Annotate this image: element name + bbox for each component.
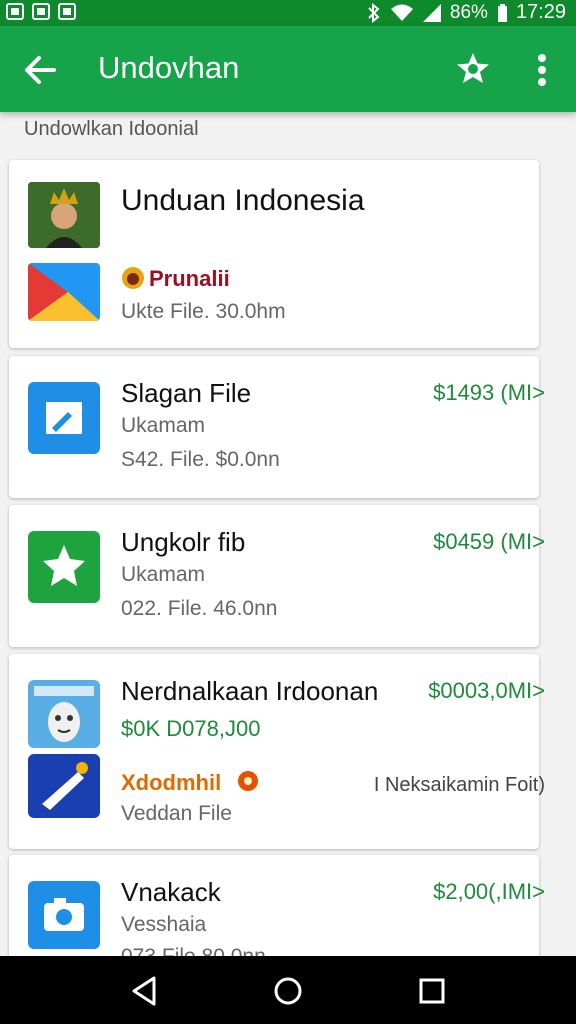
item-meta: S42. File. $0.0nn (121, 448, 280, 471)
item-title: Slagan File (121, 378, 252, 408)
app-bar: Undovhan (0, 26, 576, 112)
featured-subtitle: Ukte File. 30.0hm (121, 300, 286, 323)
item-icon-nerdnalkaan (28, 680, 100, 748)
rocket-icon (28, 754, 100, 818)
system-nav-bar (0, 956, 576, 1024)
section-header: Undowlkan Idoonial (24, 118, 199, 140)
promo-badge-icon (238, 771, 258, 791)
battery-percent: 86% (449, 1, 488, 23)
nav-home-icon[interactable] (271, 974, 305, 1008)
item-icon-slagan (28, 382, 100, 454)
overflow-menu-icon[interactable] (528, 50, 556, 90)
premium-badge-icon (122, 267, 144, 289)
clock: 17:29 (515, 1, 566, 23)
item-price: $0459 (MI> (433, 529, 545, 554)
camera-icon (28, 881, 100, 949)
item-meta: 022. File. 46.0nn (121, 597, 278, 620)
list-item[interactable]: Ungkolr fib Ukamam 022. File. 46.0nn $04… (9, 505, 545, 647)
item-title: Ungkolr fib (121, 527, 246, 557)
status-bar: 86% 17:29 (0, 0, 576, 26)
notification-mail-icon (32, 3, 50, 20)
list-item[interactable]: Vnakack Vesshaia 073 File 80.0nn $2,00(,… (9, 855, 545, 970)
featured-app-icon (28, 263, 100, 321)
person-portrait-icon (28, 182, 100, 248)
item-subtitle: Vesshaia (121, 913, 207, 936)
nav-recents-icon[interactable] (415, 974, 449, 1008)
item-subtitle: Ukamam (121, 563, 206, 586)
back-arrow-icon[interactable] (20, 50, 60, 90)
edit-document-icon (28, 382, 100, 454)
wifi-icon (390, 4, 413, 21)
item-title: Vnakack (121, 877, 221, 907)
item-subtitle: Ukamam (121, 414, 206, 437)
notification-app-icon (6, 3, 24, 20)
composite-card[interactable]: Nerdnalkaan Irdoonan $0003,0MI> $0K D078… (9, 654, 545, 849)
item-note: I Neksaikamin Foit) (373, 774, 545, 796)
page-title: Undovhan (98, 50, 240, 85)
bluetooth-icon (368, 2, 380, 23)
list-item[interactable]: Slagan File Ukamam S42. File. $0.0nn $14… (9, 356, 545, 498)
item-subtitle: Veddan File (121, 802, 232, 825)
featured-card[interactable]: Unduan Indonesia Prunalii Ukte File. 30.… (9, 160, 539, 348)
settings-star-icon[interactable] (454, 50, 492, 88)
star-badge-icon (28, 531, 100, 603)
mask-face-icon (28, 680, 100, 748)
featured-title: Unduan Indonesia (121, 184, 365, 217)
nav-back-icon[interactable] (128, 974, 162, 1008)
notification-icons (6, 3, 76, 20)
featured-avatar (28, 182, 100, 248)
item-price: $0003,0MI> (428, 678, 545, 703)
item-icon-vnakack (28, 881, 100, 949)
signal-icon (422, 3, 441, 22)
item-icon-ungkolr (28, 531, 100, 603)
item-icon-rocket (28, 754, 100, 818)
item-promo: Xdodmhil (121, 770, 222, 795)
item-price: $1493 (MI> (433, 380, 545, 405)
item-price: $2,00(,IMI> (433, 879, 545, 904)
battery-icon (497, 3, 507, 22)
item-title: Nerdnalkaan Irdoonan (121, 676, 379, 706)
notification-photo-icon (58, 3, 76, 20)
item-green-line: $0K D078,J00 (121, 716, 261, 741)
featured-badge-label: Prunalii (149, 266, 230, 291)
play-store-icon (28, 263, 100, 321)
